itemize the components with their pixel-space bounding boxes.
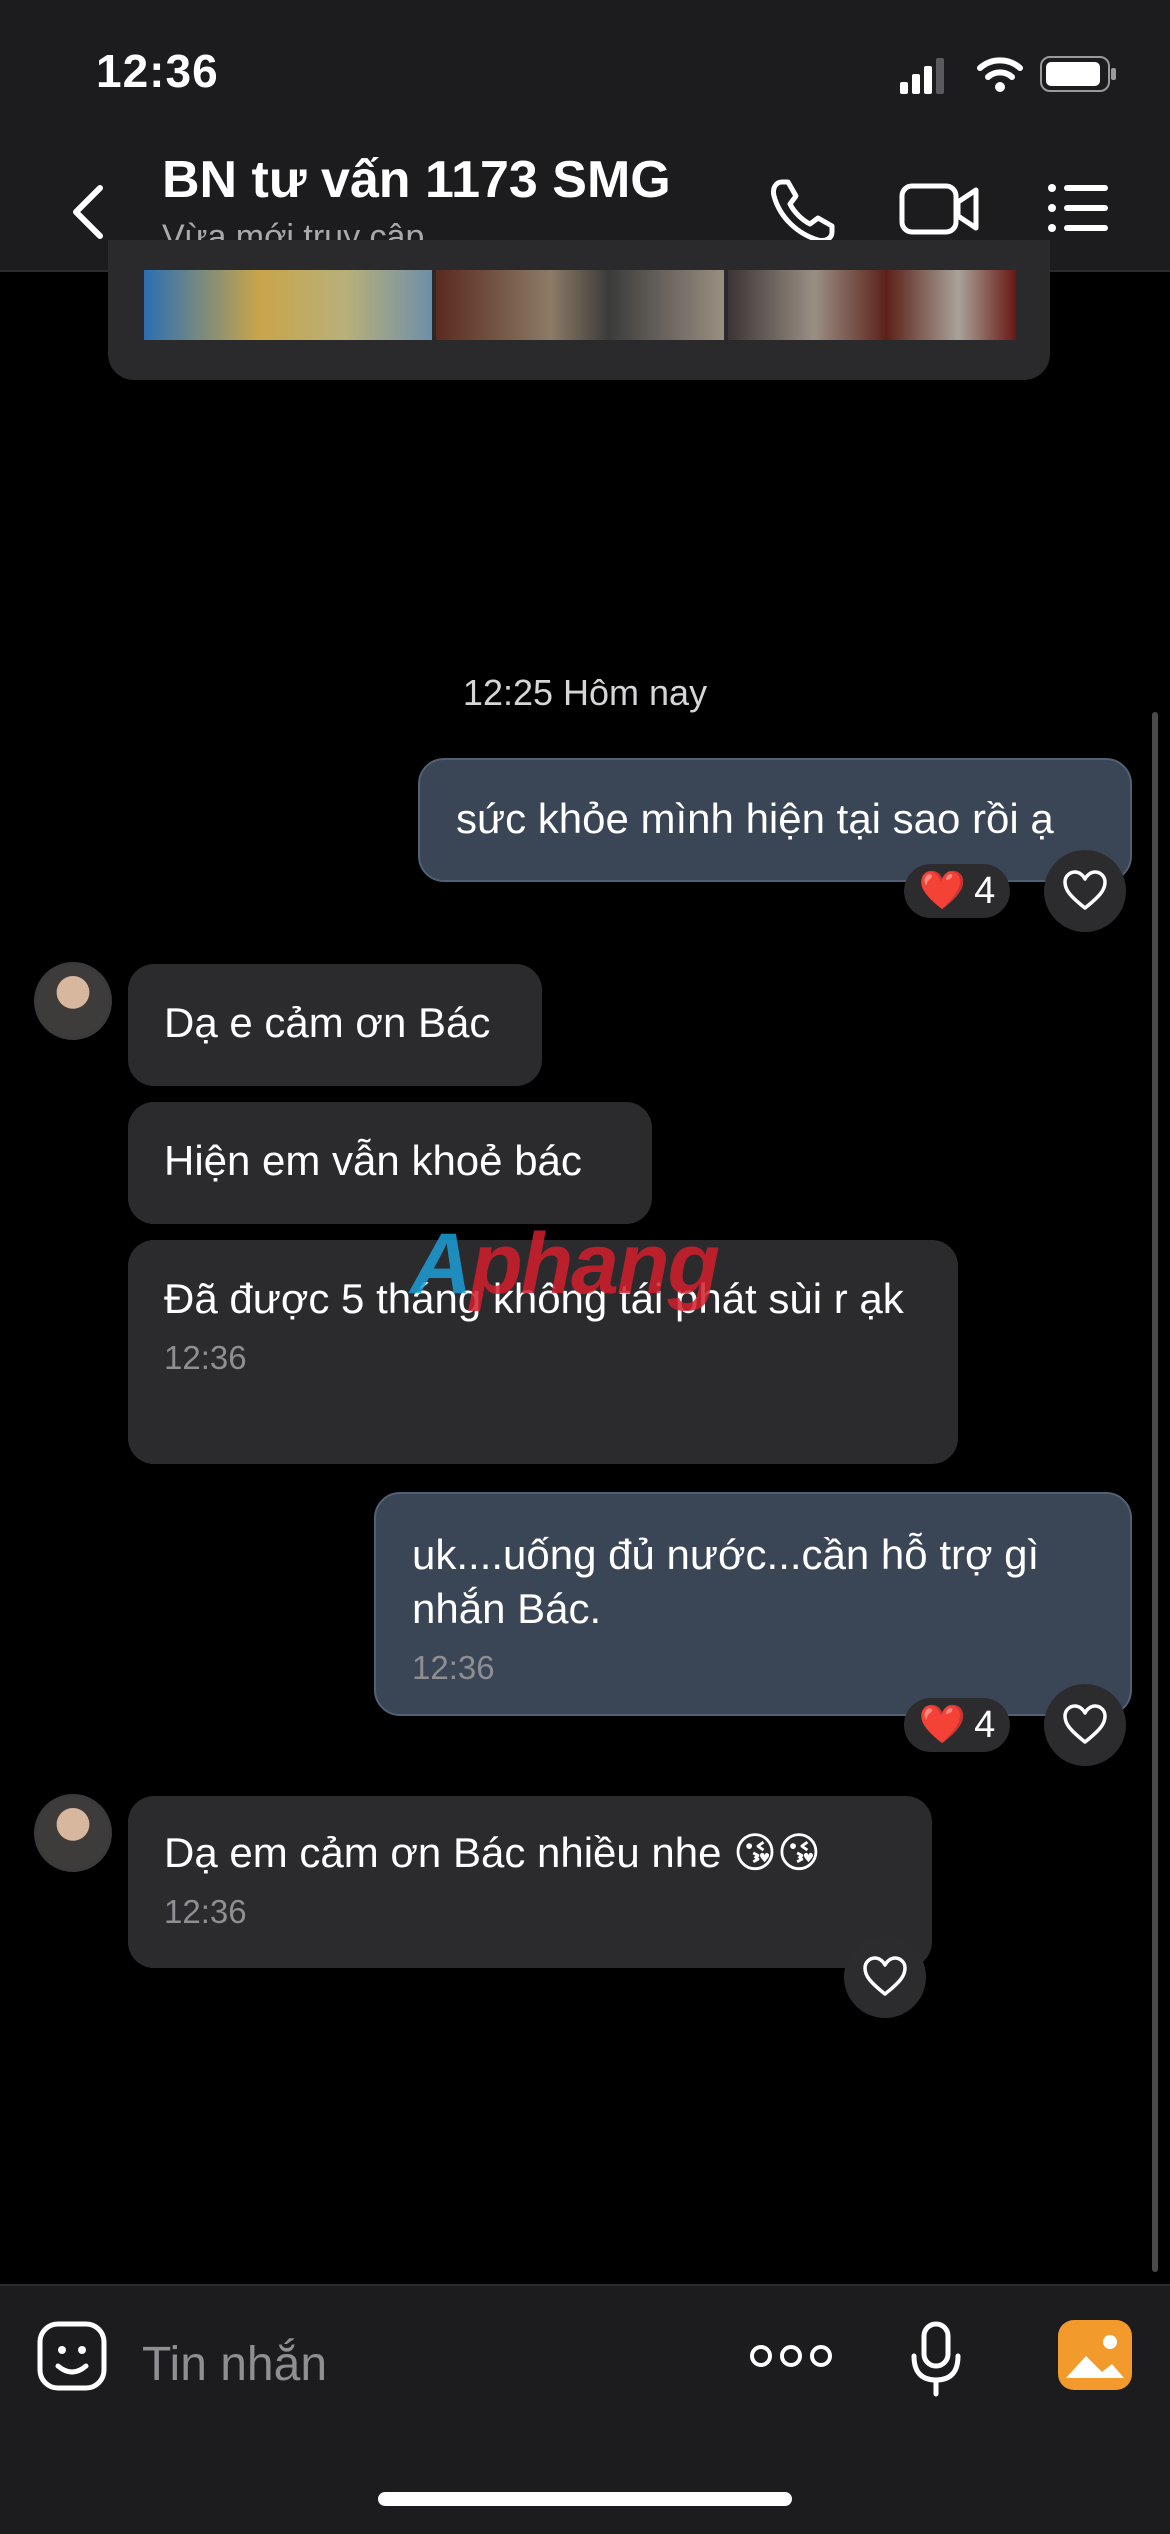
sticker-button[interactable] — [36, 2320, 108, 2392]
phone-icon — [771, 179, 835, 243]
reaction-count: 4 — [974, 1703, 996, 1746]
back-button[interactable] — [60, 168, 120, 248]
message-bubble-incoming[interactable]: Dạ e cảm ơn Bác — [128, 964, 542, 1086]
message-bubble-outgoing[interactable]: uk....uống đủ nước...cần hỗ trợ gì nhắn … — [374, 1492, 1132, 1716]
heart-outline-icon — [863, 1956, 907, 1996]
message-text: sức khỏe mình hiện tại sao rồi ạ — [456, 795, 1054, 842]
message-time: 12:36 — [164, 1339, 247, 1376]
message-input[interactable] — [140, 2330, 704, 2398]
reaction-pill[interactable]: ❤️ 4 — [904, 1698, 1010, 1752]
menu-icon — [1048, 184, 1108, 232]
message-time: 12:36 — [412, 1649, 495, 1686]
contact-avatar[interactable] — [34, 1794, 112, 1872]
status-time: 12:36 — [96, 45, 219, 97]
heart-reaction-icon: ❤️ — [918, 1704, 967, 1746]
back-icon — [73, 185, 103, 239]
like-button[interactable] — [1044, 850, 1126, 932]
image-gallery-icon — [1058, 2320, 1132, 2390]
message-text: Dạ em cảm ơn Bác nhiều nhe 😘😘 — [164, 1829, 821, 1876]
voice-record-button[interactable] — [906, 2318, 966, 2398]
heart-outline-icon — [1063, 1704, 1107, 1744]
message-text: Hiện em vẫn khoẻ bác — [164, 1137, 582, 1184]
message-text: Dạ e cảm ơn Bác — [164, 999, 491, 1046]
signal-icon — [900, 58, 944, 94]
more-options-button[interactable] — [748, 2336, 834, 2376]
call-button[interactable] — [760, 168, 850, 248]
gallery-button[interactable] — [1058, 2320, 1132, 2390]
like-button[interactable] — [1044, 1684, 1126, 1766]
album-photo-1[interactable] — [144, 270, 432, 340]
message-bubble-incoming[interactable]: Hiện em vẫn khoẻ bác — [128, 1102, 652, 1224]
chat-title[interactable]: BN tư vấn 1173 SMG — [162, 150, 671, 210]
video-icon — [899, 183, 979, 235]
reaction-pill[interactable]: ❤️ 4 — [904, 864, 1010, 918]
heart-outline-icon — [1063, 870, 1107, 910]
home-indicator — [378, 2492, 792, 2506]
like-button[interactable] — [844, 1936, 926, 2018]
heart-reaction-icon: ❤️ — [918, 870, 967, 912]
more-dots-icon — [750, 2345, 832, 2367]
timestamp-divider: 12:25 Hôm nay — [462, 672, 708, 713]
video-call-button[interactable] — [896, 168, 986, 248]
microphone-icon — [911, 2321, 961, 2397]
wifi-icon — [977, 57, 1023, 92]
message-bubble-incoming[interactable]: Dạ em cảm ơn Bác nhiều nhe 😘😘 12:36 — [128, 1796, 932, 1968]
message-text: uk....uống đủ nước...cần hỗ trợ gì nhắn … — [412, 1531, 1040, 1632]
menu-button[interactable] — [1040, 168, 1130, 248]
contact-avatar[interactable] — [34, 962, 112, 1040]
album-photo-2[interactable] — [436, 270, 724, 340]
album-photo-3[interactable] — [728, 270, 1016, 340]
message-time: 12:36 — [164, 1893, 247, 1930]
scrollbar[interactable] — [1152, 712, 1158, 2272]
battery-icon — [1040, 56, 1116, 92]
message-bubble-outgoing[interactable]: sức khỏe mình hiện tại sao rồi ạ — [418, 758, 1132, 882]
watermark-logo: Aphang — [410, 1216, 720, 1312]
reaction-count: 4 — [974, 869, 996, 912]
sticker-icon — [37, 2321, 107, 2391]
